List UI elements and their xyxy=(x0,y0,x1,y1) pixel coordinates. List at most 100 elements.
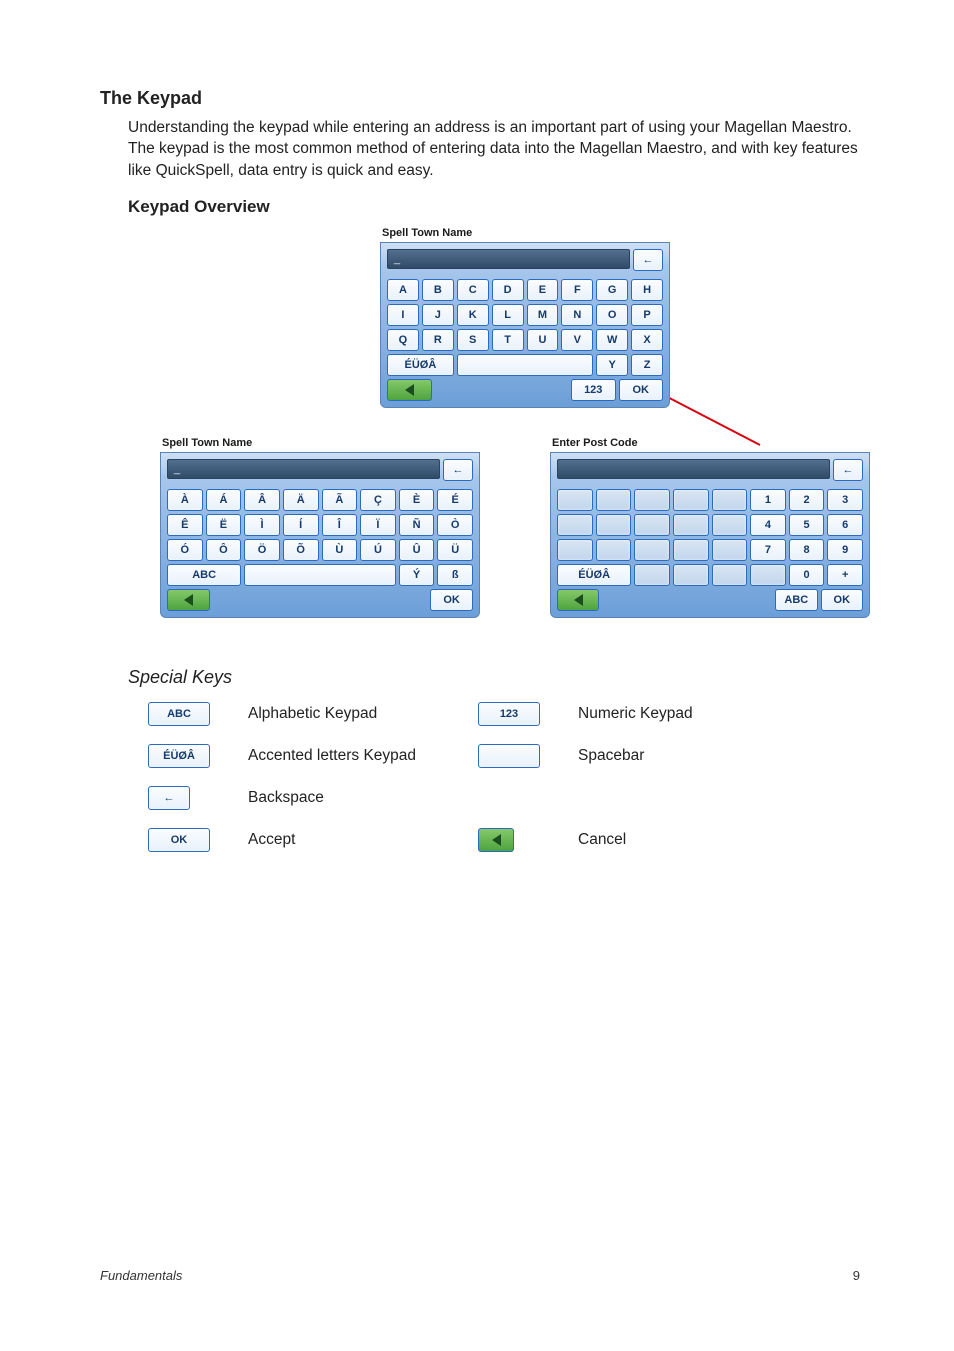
key-i-uml[interactable]: Ï xyxy=(360,514,396,536)
key-l[interactable]: L xyxy=(492,304,524,326)
legend-cancel-key xyxy=(478,828,514,852)
key-1[interactable]: 1 xyxy=(750,489,786,511)
blank-key xyxy=(634,564,670,586)
cancel-key[interactable] xyxy=(387,379,432,401)
key-e-acute[interactable]: É xyxy=(437,489,473,511)
key-e[interactable]: E xyxy=(527,279,559,301)
key-i-circ[interactable]: Î xyxy=(322,514,358,536)
key-f[interactable]: F xyxy=(561,279,593,301)
key-0[interactable]: 0 xyxy=(789,564,825,586)
legend-accent-key: ÉÜØÂ xyxy=(148,744,210,768)
key-s[interactable]: S xyxy=(457,329,489,351)
key-c[interactable]: C xyxy=(457,279,489,301)
key-y-acute[interactable]: Ý xyxy=(399,564,435,586)
key-n[interactable]: N xyxy=(561,304,593,326)
key-t[interactable]: T xyxy=(492,329,524,351)
key-u-circ[interactable]: Û xyxy=(399,539,435,561)
key-a-uml[interactable]: Ä xyxy=(283,489,319,511)
key-e-uml[interactable]: Ë xyxy=(206,514,242,536)
blank-key xyxy=(557,539,593,561)
alpha-mode-key[interactable]: ABC xyxy=(167,564,241,586)
cancel-key[interactable] xyxy=(167,589,210,611)
accent-keypad-title: Spell Town Name xyxy=(162,437,480,449)
key-v[interactable]: V xyxy=(561,329,593,351)
key-w[interactable]: W xyxy=(596,329,628,351)
key-m[interactable]: M xyxy=(527,304,559,326)
alpha-keypad-figure: Spell Town Name _ ← A B C D E F G H I J xyxy=(380,227,670,408)
accent-mode-key[interactable]: ÉÜØÂ xyxy=(387,354,454,376)
key-o-circ[interactable]: Ô xyxy=(206,539,242,561)
key-a-grave[interactable]: À xyxy=(167,489,203,511)
key-plus[interactable]: + xyxy=(827,564,863,586)
key-c-ced[interactable]: Ç xyxy=(360,489,396,511)
backspace-key[interactable]: ← xyxy=(443,459,473,481)
key-n-tilde[interactable]: Ñ xyxy=(399,514,435,536)
legend-123-key: 123 xyxy=(478,702,540,726)
accent-mode-key[interactable]: ÉÜØÂ xyxy=(557,564,631,586)
key-e-grave[interactable]: È xyxy=(399,489,435,511)
key-a-acute[interactable]: Á xyxy=(206,489,242,511)
key-sharp-s[interactable]: ß xyxy=(437,564,473,586)
legend-space-label: Spacebar xyxy=(578,747,808,765)
blank-key xyxy=(673,514,709,536)
body-text: Understanding the keypad while entering … xyxy=(128,117,860,181)
key-4[interactable]: 4 xyxy=(750,514,786,536)
key-h[interactable]: H xyxy=(631,279,663,301)
alpha-mode-key[interactable]: ABC xyxy=(775,589,817,611)
key-q[interactable]: Q xyxy=(387,329,419,351)
key-o-grave[interactable]: Ò xyxy=(437,514,473,536)
key-g[interactable]: G xyxy=(596,279,628,301)
key-6[interactable]: 6 xyxy=(827,514,863,536)
key-9[interactable]: 9 xyxy=(827,539,863,561)
key-u-grave[interactable]: Ù xyxy=(322,539,358,561)
key-i-grave[interactable]: Ì xyxy=(244,514,280,536)
key-o-uml[interactable]: Ö xyxy=(244,539,280,561)
spacebar-key[interactable] xyxy=(457,354,594,376)
key-7[interactable]: 7 xyxy=(750,539,786,561)
blank-key xyxy=(712,514,748,536)
key-y[interactable]: Y xyxy=(596,354,628,376)
key-o-acute[interactable]: Ó xyxy=(167,539,203,561)
key-z[interactable]: Z xyxy=(631,354,663,376)
numeric-keypad-input[interactable] xyxy=(557,459,830,479)
key-r[interactable]: R xyxy=(422,329,454,351)
ok-key[interactable]: OK xyxy=(619,379,664,401)
legend-space-key xyxy=(478,744,540,768)
key-a[interactable]: A xyxy=(387,279,419,301)
key-o[interactable]: O xyxy=(596,304,628,326)
key-a-circ[interactable]: Â xyxy=(244,489,280,511)
key-i[interactable]: I xyxy=(387,304,419,326)
key-p[interactable]: P xyxy=(631,304,663,326)
key-u[interactable]: U xyxy=(527,329,559,351)
key-3[interactable]: 3 xyxy=(827,489,863,511)
alpha-keypad-input[interactable]: _ xyxy=(387,249,630,269)
key-x[interactable]: X xyxy=(631,329,663,351)
key-u-uml[interactable]: Ü xyxy=(437,539,473,561)
key-o-tilde[interactable]: Õ xyxy=(283,539,319,561)
key-a-tilde[interactable]: Ã xyxy=(322,489,358,511)
cancel-key[interactable] xyxy=(557,589,599,611)
key-2[interactable]: 2 xyxy=(789,489,825,511)
key-i-acute[interactable]: Í xyxy=(283,514,319,536)
backspace-key[interactable]: ← xyxy=(833,459,863,481)
ok-key[interactable]: OK xyxy=(430,589,473,611)
accent-keypad-input[interactable]: _ xyxy=(167,459,440,479)
accent-keypad-figure: Spell Town Name _ ← À Á Â Ä Ã Ç È É Ê Ë xyxy=(160,437,480,618)
key-5[interactable]: 5 xyxy=(789,514,825,536)
key-d[interactable]: D xyxy=(492,279,524,301)
spacebar-key[interactable] xyxy=(244,564,396,586)
key-u-acute[interactable]: Ú xyxy=(360,539,396,561)
numeric-mode-key[interactable]: 123 xyxy=(571,379,616,401)
blank-key xyxy=(557,514,593,536)
ok-key[interactable]: OK xyxy=(821,589,863,611)
key-k[interactable]: K xyxy=(457,304,489,326)
blank-key xyxy=(596,514,632,536)
backspace-key[interactable]: ← xyxy=(633,249,663,271)
blank-key xyxy=(634,539,670,561)
key-e-circ[interactable]: Ê xyxy=(167,514,203,536)
key-j[interactable]: J xyxy=(422,304,454,326)
back-arrow-icon xyxy=(405,384,414,396)
key-8[interactable]: 8 xyxy=(789,539,825,561)
key-b[interactable]: B xyxy=(422,279,454,301)
special-keys-title: Special Keys xyxy=(128,667,860,688)
